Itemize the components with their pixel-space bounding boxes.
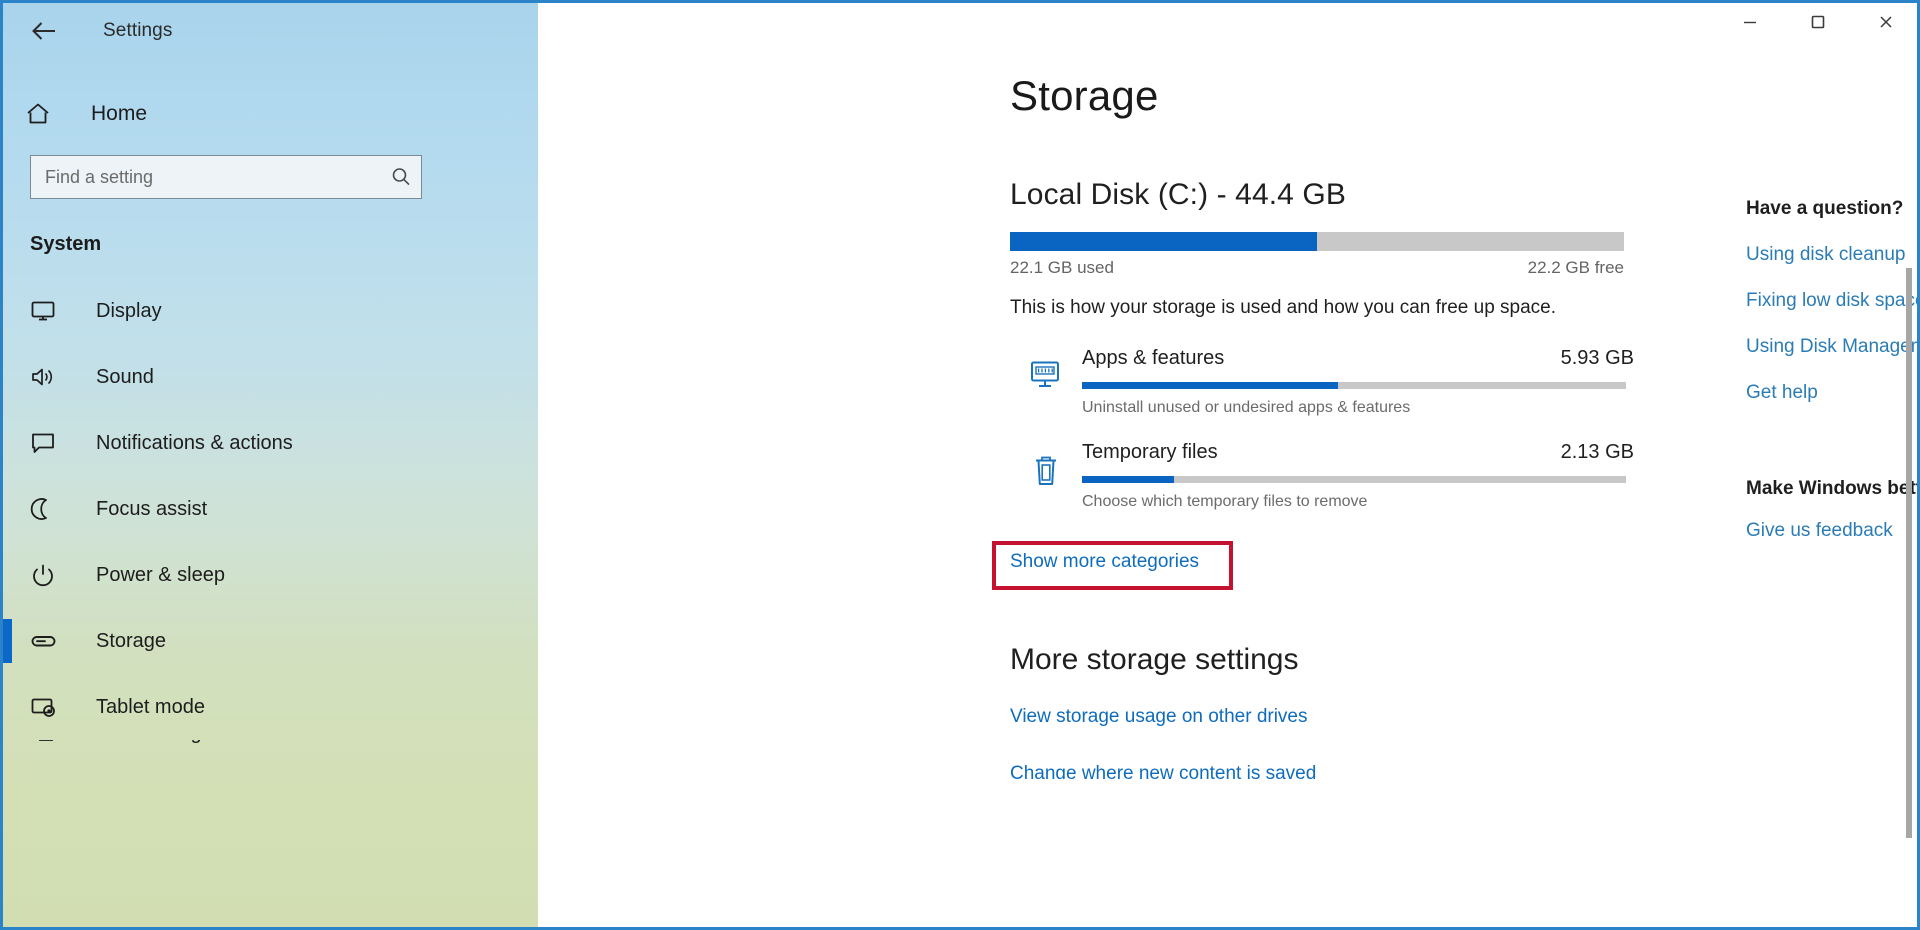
- sidebar-item-label: Sound: [96, 365, 154, 388]
- sidebar-item-focus-assist[interactable]: Focus assist: [3, 476, 538, 542]
- sidebar-nav-list: Display Sound Notifications & actions Fo…: [3, 278, 538, 770]
- storage-category-size: 5.93 GB: [1560, 347, 1634, 369]
- storage-content: Local Disk (C:) - 44.4 GB 22.1 GB used 2…: [992, 178, 1670, 779]
- show-more-categories-wrap: Show more categories: [992, 541, 1233, 590]
- window-controls: [1716, 0, 1920, 44]
- disk-usage-bar-fill: [1010, 232, 1317, 251]
- sidebar-group-title: System: [30, 233, 102, 255]
- storage-category-row[interactable]: Temporary files 2.13 GB Choose which tem…: [1010, 439, 1670, 533]
- sidebar-item-label: Notifications & actions: [96, 431, 293, 454]
- help-link-get-help[interactable]: Get help: [1746, 382, 1920, 404]
- help-panel: Have a question? Using disk cleanup Fixi…: [1746, 198, 1920, 542]
- storage-category-name: Temporary files: [1082, 441, 1218, 463]
- close-button[interactable]: [1852, 0, 1920, 44]
- make-windows-better-heading: Make Windows better: [1746, 478, 1920, 499]
- sidebar-item-storage[interactable]: Storage: [3, 608, 538, 674]
- trash-icon: [1010, 439, 1082, 533]
- storage-category-row[interactable]: Apps & features 5.93 GB Uninstall unused…: [1010, 345, 1670, 439]
- sidebar-item-display[interactable]: Display: [3, 278, 538, 344]
- storage-category-subtitle: Choose which temporary files to remove: [1082, 493, 1368, 510]
- moon-icon: [30, 497, 68, 521]
- notification-icon: [30, 431, 68, 455]
- storage-category-name: Apps & features: [1082, 347, 1225, 369]
- storage-description: This is how your storage is used and how…: [1010, 297, 1557, 318]
- speaker-icon: [30, 365, 68, 389]
- storage-category-head: Temporary files 2.13 GB: [1082, 441, 1634, 464]
- storage-category-subtitle: Uninstall unused or undesired apps & fea…: [1082, 399, 1411, 416]
- search-box[interactable]: [30, 155, 422, 199]
- storage-category-body: Temporary files 2.13 GB Choose which tem…: [1082, 439, 1670, 533]
- power-icon: [30, 563, 68, 587]
- sidebar-item-label-home: Home: [91, 102, 148, 125]
- apps-monitor-icon: [1010, 345, 1082, 439]
- monitor-icon: [30, 299, 68, 323]
- sidebar-item-tablet-mode[interactable]: Tablet mode: [3, 674, 538, 740]
- main-content: Storage Local Disk (C:) - 44.4 GB 22.1 G…: [538, 0, 1920, 930]
- change-where-new-content-saved-link[interactable]: Change where new content is saved: [1010, 763, 1670, 779]
- sidebar-item-sound[interactable]: Sound: [3, 344, 538, 410]
- storage-category-bar: [1082, 382, 1626, 389]
- help-link-using-disk-cleanup[interactable]: Using disk cleanup: [1746, 244, 1920, 266]
- storage-category-bar-fill: [1082, 382, 1338, 389]
- sidebar-titlebar: Settings: [3, 3, 538, 59]
- sidebar-item-notifications[interactable]: Notifications & actions: [3, 410, 538, 476]
- storage-category-head: Apps & features 5.93 GB: [1082, 347, 1634, 370]
- disk-free-label: 22.2 GB free: [1527, 258, 1624, 277]
- vertical-scrollbar[interactable]: [1904, 0, 1914, 930]
- page-title: Storage: [1010, 72, 1159, 119]
- minimize-button[interactable]: [1716, 0, 1784, 44]
- help-question-heading: Have a question?: [1746, 198, 1904, 219]
- help-link-fixing-low-disk-space[interactable]: Fixing low disk space: [1746, 290, 1920, 312]
- search-icon[interactable]: [381, 166, 421, 188]
- home-icon: [25, 102, 67, 126]
- storage-category-body: Apps & features 5.93 GB Uninstall unused…: [1082, 345, 1670, 439]
- tablet-icon: [30, 695, 68, 719]
- drive-icon: [30, 629, 68, 653]
- sidebar-item-label: Display: [96, 299, 162, 322]
- vertical-scrollbar-thumb[interactable]: [1906, 268, 1912, 838]
- help-link-using-disk-management[interactable]: Using Disk Management: [1746, 336, 1920, 358]
- settings-window: Settings Home System: [0, 0, 1920, 930]
- more-storage-settings-heading: More storage settings: [1010, 643, 1299, 676]
- sidebar-item-label: Power & sleep: [96, 563, 225, 586]
- storage-category-list: Apps & features 5.93 GB Uninstall unused…: [1010, 345, 1670, 533]
- make-windows-better-block: Make Windows better Give us feedback: [1746, 478, 1920, 542]
- sidebar-item-power-sleep[interactable]: Power & sleep: [3, 542, 538, 608]
- sidebar-item-label: Storage: [96, 629, 167, 652]
- sidebar-item-label: Multitasking: [96, 740, 202, 745]
- back-arrow-icon[interactable]: [21, 11, 67, 51]
- app-title: Settings: [103, 20, 173, 41]
- give-us-feedback-link[interactable]: Give us feedback: [1746, 520, 1920, 542]
- search-input[interactable]: [31, 156, 381, 198]
- sidebar-item-label: Tablet mode: [96, 695, 205, 718]
- selection-indicator: [3, 619, 12, 663]
- disk-title: Local Disk (C:) - 44.4 GB: [1010, 178, 1346, 211]
- storage-category-bar: [1082, 476, 1626, 483]
- disk-used-label: 22.1 GB used: [1010, 258, 1114, 277]
- storage-category-bar-fill: [1082, 476, 1175, 483]
- view-storage-usage-other-drives-link[interactable]: View storage usage on other drives: [1010, 706, 1670, 728]
- sidebar-item-home[interactable]: Home: [3, 85, 538, 143]
- maximize-button[interactable]: [1784, 0, 1852, 44]
- settings-sidebar: Settings Home System: [0, 0, 538, 930]
- storage-category-size: 2.13 GB: [1560, 441, 1634, 463]
- disk-usage-bar: [1010, 232, 1624, 251]
- sidebar-item-label: Focus assist: [96, 497, 208, 520]
- show-more-categories-link[interactable]: Show more categories: [1010, 551, 1199, 573]
- disk-usage-legend: 22.1 GB used 22.2 GB free: [1010, 258, 1624, 278]
- sidebar-item-multitasking[interactable]: Multitasking: [3, 740, 538, 770]
- multitasking-icon: [30, 740, 68, 745]
